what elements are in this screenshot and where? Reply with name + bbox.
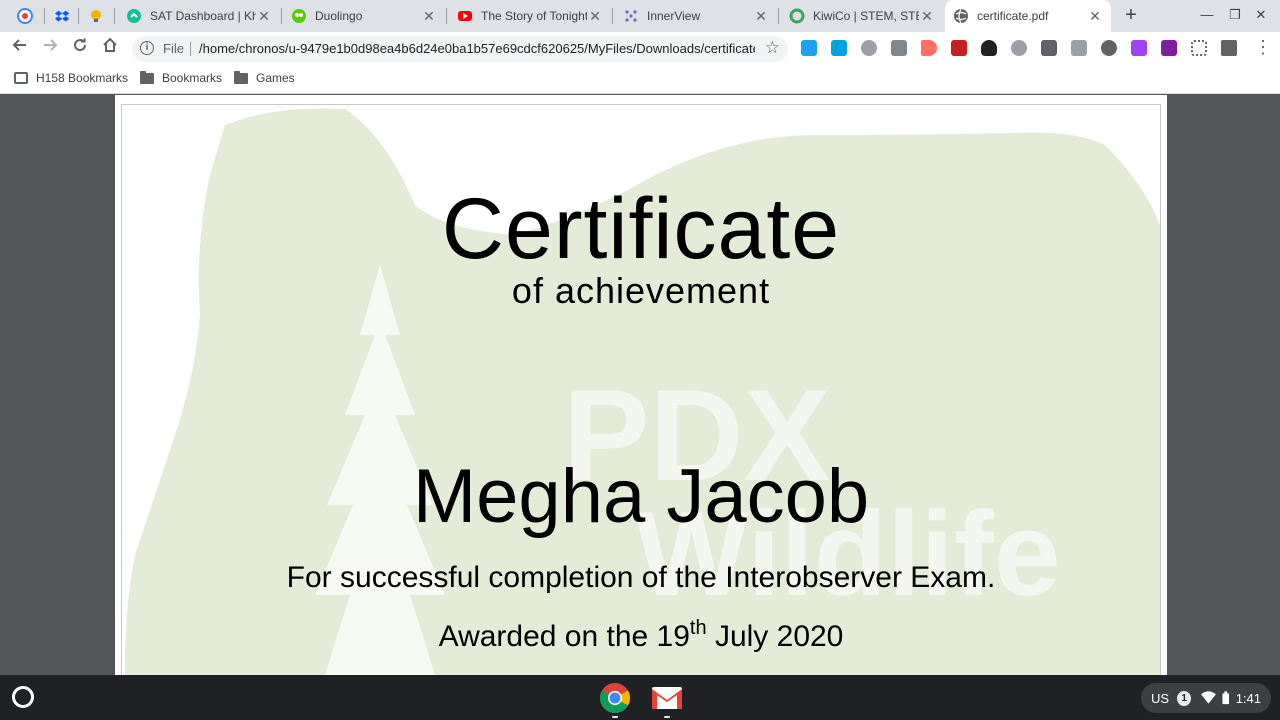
- close-icon[interactable]: ✕: [421, 8, 437, 25]
- dropbox-icon: [54, 10, 70, 22]
- certificate-title: Certificate: [441, 181, 841, 277]
- home-button[interactable]: [98, 36, 122, 60]
- restore-button[interactable]: ❐: [1226, 6, 1244, 24]
- extension-settings-icon[interactable]: [861, 40, 877, 56]
- award-date-ordinal: th: [689, 617, 707, 639]
- clock: 1:41: [1235, 690, 1262, 706]
- extension-r-icon[interactable]: [891, 40, 907, 56]
- tab-kiwico[interactable]: KiwiCo | STEM, STEAM ✕: [781, 2, 943, 30]
- tab-title: The Story of Tonight: [481, 9, 587, 23]
- tab-certificate-pdf[interactable]: certificate.pdf ✕: [945, 0, 1111, 32]
- tab-title: certificate.pdf: [977, 9, 1049, 23]
- os-shelf: US 1 1:41: [0, 675, 1280, 720]
- reload-icon: [74, 38, 87, 52]
- url-text[interactable]: /home/chronos/u-9479e1b0d98ea4b6d24e0ba1…: [199, 41, 755, 56]
- extension-circle-icon[interactable]: [1011, 40, 1027, 56]
- ime-indicator: US: [1151, 690, 1170, 706]
- close-icon[interactable]: ✕: [587, 8, 603, 25]
- tab-innerview[interactable]: InnerView ✕: [615, 2, 777, 30]
- apps-icon: [14, 72, 28, 84]
- minimize-button[interactable]: —: [1198, 6, 1216, 24]
- home-icon: [103, 37, 117, 52]
- tab-youtube[interactable]: The Story of Tonight ✕: [449, 2, 611, 30]
- tab-title: SAT Dashboard | Khan Academy: [150, 9, 256, 23]
- extension-download-icon[interactable]: [831, 40, 847, 56]
- new-tab-button[interactable]: +: [1120, 4, 1142, 26]
- tab-title: InnerView: [647, 9, 701, 23]
- bookmark-folder-games[interactable]: Games: [234, 70, 295, 85]
- close-icon[interactable]: ✕: [256, 8, 272, 25]
- close-icon[interactable]: ✕: [753, 8, 769, 25]
- launcher-button[interactable]: [12, 686, 34, 708]
- notification-count-badge: 1: [1177, 690, 1192, 706]
- extension-tw-icon[interactable]: [1131, 40, 1147, 56]
- bookmark-label: Bookmarks: [162, 71, 223, 85]
- extension-lp-icon[interactable]: [1101, 40, 1117, 56]
- extension-cast-icon[interactable]: [921, 40, 937, 56]
- award-date-rest: July 2020: [706, 620, 844, 653]
- extension-grid-icon[interactable]: [1191, 40, 1207, 56]
- bookmark-folder-bookmarks[interactable]: Bookmarks: [140, 70, 223, 85]
- recipient-name: Megha Jacob: [412, 454, 870, 539]
- battery-icon: [1222, 691, 1230, 705]
- arrow-right-icon: [44, 39, 58, 51]
- bookmark-h158[interactable]: H158 Bookmarks: [14, 71, 128, 85]
- extension-ghost-icon[interactable]: [981, 40, 997, 56]
- certificate-subtitle: of achievement: [511, 270, 771, 311]
- wifi-icon: [1201, 691, 1217, 704]
- back-button[interactable]: [8, 36, 32, 60]
- tab-duolingo[interactable]: Duolingo ✕: [283, 2, 445, 30]
- forward-button[interactable]: [38, 36, 62, 60]
- youtube-icon: [458, 11, 472, 21]
- close-icon[interactable]: ✕: [1087, 8, 1103, 25]
- tab-title: KiwiCo | STEM, STEAM: [813, 9, 919, 23]
- arrow-left-icon: [12, 39, 26, 51]
- folder-icon: [140, 70, 154, 84]
- pinned-tab-extension[interactable]: [81, 4, 111, 28]
- award-reason: For successful completion of the Interob…: [286, 561, 996, 594]
- extension-screenshot-icon[interactable]: [1041, 40, 1057, 56]
- lightbulb-icon: [91, 10, 101, 22]
- pinned-tab-google-classroom[interactable]: [10, 4, 40, 28]
- close-window-button[interactable]: ✕: [1252, 6, 1270, 24]
- bookmark-label: H158 Bookmarks: [36, 71, 129, 85]
- extension-pdf-icon[interactable]: [1161, 40, 1177, 56]
- more-menu-icon[interactable]: ⋮: [1254, 38, 1272, 56]
- close-icon[interactable]: ✕: [919, 8, 935, 25]
- chrome-icon[interactable]: [599, 682, 631, 714]
- duolingo-icon: [292, 9, 306, 23]
- bookmarks-bar: H158 Bookmarks Bookmarks Games: [0, 64, 1280, 94]
- info-icon[interactable]: i: [140, 41, 154, 55]
- reload-button[interactable]: [68, 36, 92, 60]
- extensions-puzzle-icon[interactable]: [1221, 40, 1237, 56]
- extension-copy-icon[interactable]: [1071, 40, 1087, 56]
- tab-title: Duolingo: [315, 9, 363, 23]
- status-tray[interactable]: US 1 1:41: [1141, 683, 1271, 713]
- folder-icon: [234, 70, 248, 84]
- globe-icon: [954, 8, 968, 24]
- tab-khan-academy[interactable]: SAT Dashboard | Khan Academy ✕: [118, 2, 280, 30]
- pinned-tab-dropbox[interactable]: [47, 4, 77, 28]
- address-bar[interactable]: i File /home/chronos/u-9479e1b0d98ea4b6d…: [132, 36, 788, 62]
- award-date: Awarded on the 19th July 2020: [115, 617, 1167, 654]
- extension-ublock-icon[interactable]: [951, 40, 967, 56]
- kiwico-icon: [789, 8, 805, 24]
- extension-screencast-icon[interactable]: [801, 40, 817, 56]
- bookmark-label: Games: [256, 71, 295, 85]
- innerview-icon: [625, 10, 637, 22]
- url-scheme-label: File: [163, 41, 184, 56]
- star-icon[interactable]: ☆: [765, 38, 780, 58]
- khan-academy-icon: [127, 9, 141, 23]
- google-icon: [17, 8, 33, 24]
- award-date-prefix: Awarded on the 19: [438, 620, 690, 653]
- pdf-page: PDX Wildlife Certificate of achievement …: [115, 95, 1167, 675]
- tab-strip: SAT Dashboard | Khan Academy ✕ Duolingo …: [0, 0, 1280, 32]
- pdf-viewer[interactable]: PDX Wildlife Certificate of achievement …: [0, 95, 1280, 675]
- gmail-icon[interactable]: [651, 682, 683, 714]
